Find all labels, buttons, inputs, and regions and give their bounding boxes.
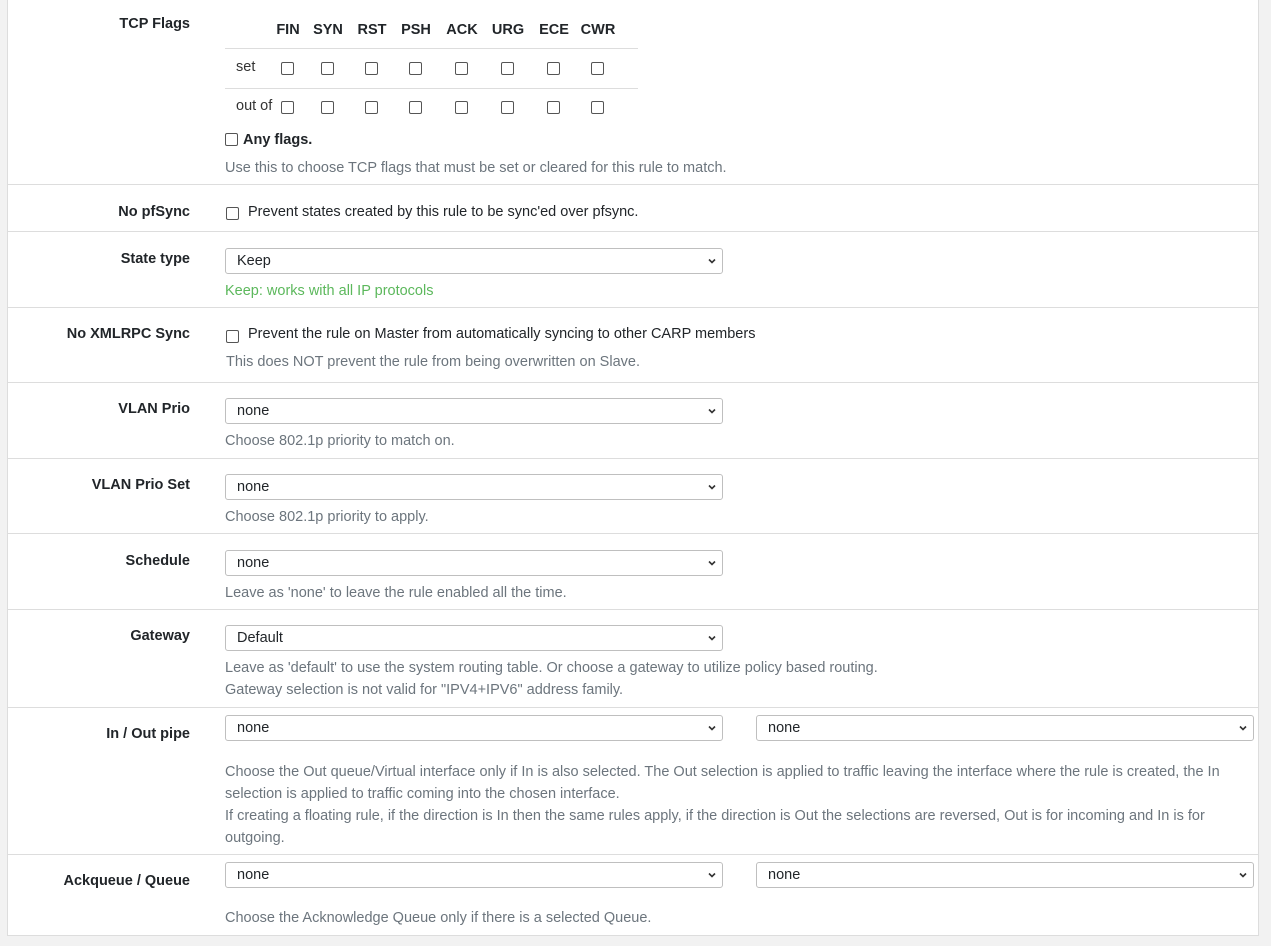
ackqueue-help: Choose the Acknowledge Queue only if the… [225,910,652,926]
no-xmlrpc-help: This does NOT prevent the rule from bein… [226,354,640,370]
flag-outof-syn-checkbox[interactable] [321,99,334,115]
state-type-select[interactable]: Keep [225,248,723,274]
gateway-select[interactable]: Default [225,625,723,651]
no-xmlrpc-text: Prevent the rule on Master from automati… [248,326,756,342]
in-pipe-select[interactable]: none [225,715,723,741]
flag-set-cwr-checkbox[interactable] [591,60,604,76]
flag-outof-cwr-checkbox[interactable] [591,99,604,115]
state-type-label: State type [120,251,190,267]
flag-header-ece: ECE [539,22,569,38]
chevron-down-icon [708,408,716,414]
gateway-value: Default [237,630,283,646]
no-pfsync-text: Prevent states created by this rule to b… [248,204,639,220]
ackqueue-label: Ackqueue / Queue [63,873,190,889]
ackqueue-value: none [237,867,270,883]
flag-outof-ece-checkbox[interactable] [547,99,560,115]
chevron-down-icon [1239,725,1247,731]
flag-header-urg: URG [491,22,525,38]
schedule-value: none [237,555,270,571]
flag-outof-urg-checkbox[interactable] [501,99,514,115]
vlan-prio-help: Choose 802.1p priority to match on. [225,433,455,449]
chevron-down-icon [708,560,716,566]
tcp-flags-label: TCP Flags [119,16,190,32]
chevron-down-icon [708,484,716,490]
tcp-flags-row: TCP Flags set out of FIN SYN RST PSH ACK URG E… [8,0,1258,185]
tcp-flags-help: Use this to choose TCP flags that must b… [225,160,727,176]
vlan-prio-set-label: VLAN Prio Set [91,477,190,493]
flag-header-psh: PSH [401,22,431,38]
flag-set-urg-checkbox[interactable] [501,60,514,76]
in-out-pipe-help-1: Choose the Out queue/Virtual interface o… [225,764,1220,802]
advanced-options-panel: TCP Flags set out of FIN SYN RST PSH ACK URG E… [7,0,1259,936]
flag-header-rst: RST [357,22,387,38]
vlan-prio-set-row: VLAN Prio Set none Choose 802.1p priorit… [8,459,1258,534]
chevron-down-icon [708,725,716,731]
out-pipe-value: none [768,720,801,736]
ackqueue-row: Ackqueue / Queue none none Choose the Ac… [8,855,1258,936]
schedule-row: Schedule none Leave as 'none' to leave t… [8,534,1258,610]
flag-header-ack: ACK [446,22,478,38]
gateway-help-2: Gateway selection is not valid for "IPV4… [225,682,624,698]
vlan-prio-set-help: Choose 802.1p priority to apply. [225,509,429,525]
state-type-help: Keep: works with all IP protocols [225,283,434,299]
flags-row-outof-label: out of [236,98,273,114]
no-xmlrpc-label: No XMLRPC Sync [66,326,190,342]
out-pipe-select[interactable]: none [756,715,1254,741]
flag-set-fin-checkbox[interactable] [281,60,294,76]
vlan-prio-value: none [237,403,270,419]
gateway-row: Gateway Default Leave as 'default' to us… [8,610,1258,708]
vlan-prio-row: VLAN Prio none Choose 802.1p priority to… [8,383,1258,459]
queue-value: none [768,867,801,883]
chevron-down-icon [1239,872,1247,878]
vlan-prio-select[interactable]: none [225,398,723,424]
state-type-row: State type Keep Keep: works with all IP … [8,232,1258,308]
flag-set-ece-checkbox[interactable] [547,60,560,76]
state-type-value: Keep [237,253,271,269]
in-pipe-value: none [237,720,270,736]
queue-select[interactable]: none [756,862,1254,888]
no-xmlrpc-row: No XMLRPC Sync Prevent the rule on Maste… [8,308,1258,383]
chevron-down-icon [708,872,716,878]
in-out-pipe-row: In / Out pipe none none Choose the Out q… [8,708,1258,855]
flag-outof-rst-checkbox[interactable] [365,99,378,115]
flag-set-psh-checkbox[interactable] [409,60,422,76]
in-out-pipe-label: In / Out pipe [106,726,190,742]
no-xmlrpc-checkbox[interactable] [226,328,239,344]
schedule-label: Schedule [125,553,190,569]
any-flags-label: Any flags. [243,132,313,148]
chevron-down-icon [708,258,716,264]
flag-set-rst-checkbox[interactable] [365,60,378,76]
gateway-help-1: Leave as 'default' to use the system rou… [225,660,878,676]
flag-outof-ack-checkbox[interactable] [455,99,468,115]
vlan-prio-label: VLAN Prio [118,401,190,417]
flag-set-ack-checkbox[interactable] [455,60,468,76]
flag-outof-psh-checkbox[interactable] [409,99,422,115]
vlan-prio-set-value: none [237,479,270,495]
no-pfsync-row: No pfSync Prevent states created by this… [8,185,1258,232]
any-flags-checkbox[interactable] [225,131,238,147]
in-out-pipe-help-2: If creating a floating rule, if the dire… [225,808,1205,846]
flag-set-syn-checkbox[interactable] [321,60,334,76]
chevron-down-icon [708,635,716,641]
schedule-help: Leave as 'none' to leave the rule enable… [225,585,567,601]
ackqueue-select[interactable]: none [225,862,723,888]
vlan-prio-set-select[interactable]: none [225,474,723,500]
flag-outof-fin-checkbox[interactable] [281,99,294,115]
flag-header-syn: SYN [313,22,343,38]
gateway-label: Gateway [130,628,190,644]
flag-header-cwr: CWR [580,22,616,38]
no-pfsync-label: No pfSync [118,204,190,220]
no-pfsync-checkbox[interactable] [226,205,239,221]
schedule-select[interactable]: none [225,550,723,576]
flags-row-set-label: set [236,59,256,75]
